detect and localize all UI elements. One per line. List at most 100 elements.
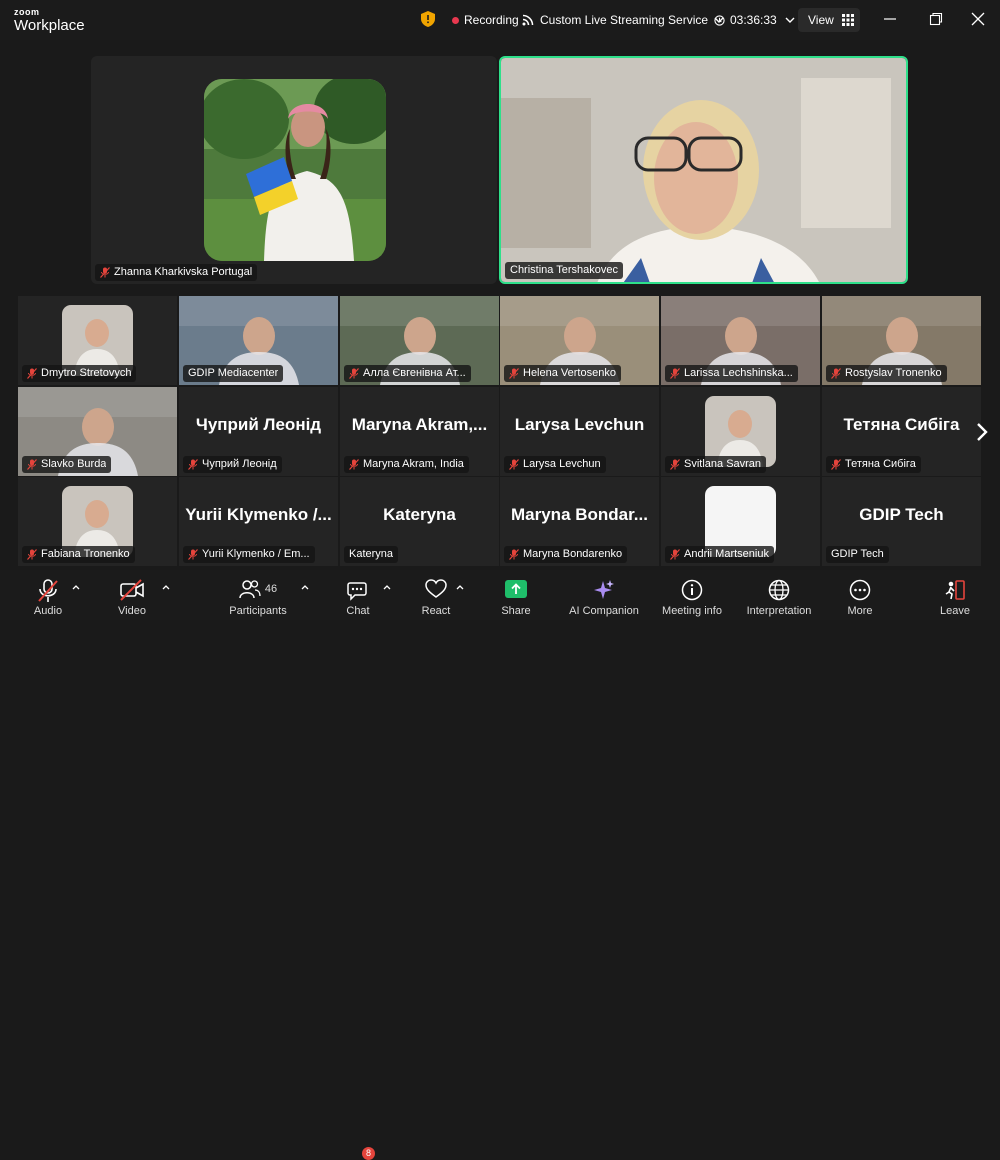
participants-button[interactable]: 46 Participants (228, 570, 288, 620)
participant-name: Чуприй Леонід (202, 458, 277, 470)
participant-nametag: Dmytro Stretovych (22, 365, 137, 382)
participant-tile[interactable]: Rostyslav Tronenko (822, 296, 981, 385)
participant-tile[interactable]: Yurii Klymenko /... Yurii Klymenko / Em..… (179, 477, 338, 566)
participant-display-name: Тетяна Сибіга (843, 415, 960, 434)
participant-display-name: Maryna Bondar... (511, 505, 648, 524)
more-icon (849, 579, 871, 601)
participant-name: Maryna Bondarenko (523, 548, 623, 560)
participant-nametag: Larissa Lechshinska... (665, 365, 798, 382)
chevron-up-icon[interactable] (456, 584, 464, 590)
participant-nametag: Svitlana Savran (665, 456, 767, 473)
mic-muted-icon (188, 549, 198, 560)
view-button[interactable]: View (798, 8, 860, 32)
chat-label: Chat (346, 605, 370, 617)
recording-dot-icon (452, 16, 459, 24)
participant-nametag: Fabiana Tronenko (22, 546, 135, 563)
chevron-right-icon[interactable] (974, 422, 990, 442)
participant-name: Larysa Levchun (523, 458, 601, 470)
speaker-tile[interactable]: Zhanna Kharkivska Portugal (91, 56, 497, 284)
participant-name: Алла Євгенівна Ат... (363, 367, 466, 379)
participant-tile[interactable]: Helena Vertosenko (500, 296, 659, 385)
more-button[interactable]: More (842, 570, 878, 620)
live-stream-icon (522, 14, 534, 26)
participant-name: Rostyslav Tronenko (845, 367, 942, 379)
live-stream-menu[interactable]: Custom Live Streaming Service (522, 0, 724, 40)
meeting-info-label: Meeting info (662, 605, 722, 617)
mic-muted-icon (27, 368, 37, 379)
ai-companion-button[interactable]: AI Companion (566, 570, 642, 620)
brand-large: Workplace (14, 17, 85, 34)
participant-tile[interactable]: Andrii Martseniuk (661, 477, 820, 566)
participant-name: Maryna Akram, India (363, 458, 464, 470)
react-button[interactable]: React (418, 570, 454, 620)
leave-icon (945, 580, 965, 600)
video-off-icon (120, 579, 144, 601)
participant-nametag: Zhanna Kharkivska Portugal (95, 264, 258, 281)
mic-muted-icon (670, 549, 680, 560)
chevron-down-icon (785, 17, 795, 23)
participant-name: GDIP Tech (831, 548, 884, 560)
participant-tile[interactable]: GDIP Tech GDIP Tech (822, 477, 981, 566)
clock-icon (714, 14, 725, 26)
participant-nametag: GDIP Mediacenter (183, 365, 284, 382)
chat-unread-badge: 8 (362, 1147, 375, 1160)
profile-photo (204, 79, 386, 261)
participant-tile[interactable]: Алла Євгенівна Ат... (340, 296, 499, 385)
participant-nametag: Maryna Bondarenko (504, 546, 628, 563)
chevron-up-icon[interactable] (383, 584, 391, 590)
mic-muted-icon (27, 549, 37, 560)
share-screen-icon (505, 580, 527, 598)
chat-icon (347, 582, 367, 601)
participant-name: Helena Vertosenko (523, 367, 616, 379)
participant-tile[interactable]: Maryna Bondar... Maryna Bondarenko (500, 477, 659, 566)
recording-label: Recording (464, 13, 519, 27)
participant-name: Dmytro Stretovych (41, 367, 132, 379)
chevron-up-icon[interactable] (72, 584, 80, 590)
participant-tile[interactable]: Fabiana Tronenko (18, 477, 177, 566)
mic-muted-icon (38, 579, 58, 602)
participant-display-name: Larysa Levchun (514, 415, 645, 434)
mic-muted-icon (509, 459, 519, 470)
participant-name: Fabiana Tronenko (41, 548, 130, 560)
active-speaker-tile[interactable]: Christina Tershakovec (499, 56, 908, 284)
chevron-up-icon[interactable] (162, 584, 170, 590)
participant-tile[interactable]: Maryna Akram,... Maryna Akram, India (340, 387, 499, 476)
minimize-icon[interactable] (883, 12, 897, 26)
participants-icon (239, 580, 261, 599)
mic-muted-icon (188, 459, 198, 470)
participant-tile[interactable]: Larissa Lechshinska... (661, 296, 820, 385)
participant-tile[interactable]: Тетяна Сибіга Тетяна Сибіга (822, 387, 981, 476)
participant-nametag: Slavko Burda (22, 456, 112, 473)
participant-tile[interactable]: Чуприй Леонід Чуприй Леонід (179, 387, 338, 476)
recording-indicator[interactable]: Recording (452, 0, 519, 40)
audio-button[interactable]: Audio (29, 570, 67, 620)
participant-name: Тетяна Сибіга (845, 458, 916, 470)
close-icon[interactable] (971, 12, 985, 26)
restore-icon[interactable] (929, 12, 943, 26)
participant-nametag: Чуприй Леонід (183, 456, 282, 473)
chevron-up-icon[interactable] (301, 584, 309, 590)
gallery-grid: Dmytro Stretovych GDIP Mediacenter Алла Єв… (18, 296, 981, 568)
ai-sparkle-icon (594, 580, 614, 599)
share-button[interactable]: Share (498, 570, 534, 620)
participant-name: Zhanna Kharkivska Portugal (114, 266, 253, 278)
meeting-timer[interactable]: 03:36:33 (714, 0, 795, 40)
app-logo: zoom Workplace (14, 8, 85, 34)
chat-button[interactable]: Chat (340, 570, 376, 620)
leave-button[interactable]: Leave (937, 570, 973, 620)
participant-tile[interactable]: Slavko Burda (18, 387, 177, 476)
mic-muted-icon (100, 267, 110, 278)
participant-tile[interactable]: GDIP Mediacenter (179, 296, 338, 385)
participant-tile[interactable]: Kateryna Kateryna (340, 477, 499, 566)
security-shield-icon[interactable] (421, 11, 435, 27)
participant-display-name: Чуприй Леонід (195, 415, 322, 434)
video-button[interactable]: Video (113, 570, 151, 620)
participant-name: Slavko Burda (41, 458, 107, 470)
participant-tile[interactable]: Svitlana Savran (661, 387, 820, 476)
participant-tile[interactable]: Larysa Levchun Larysa Levchun (500, 387, 659, 476)
interpretation-button[interactable]: Interpretation (742, 570, 816, 620)
participant-nametag: Larysa Levchun (504, 456, 606, 473)
title-bar: zoom Workplace Recording Custom Live Str… (0, 0, 1000, 40)
participant-tile[interactable]: Dmytro Stretovych (18, 296, 177, 385)
meeting-info-button[interactable]: Meeting info (658, 570, 726, 620)
